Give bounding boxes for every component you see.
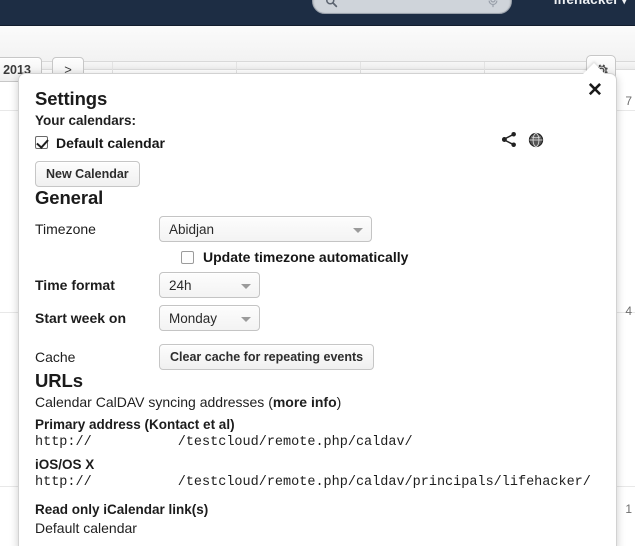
update-timezone-row[interactable]: Update timezone automatically (181, 249, 600, 265)
primary-address-heading: Primary address (Kontact et al) (35, 417, 235, 432)
ios-address-heading: iOS/OS X (35, 457, 95, 472)
timezone-label: Timezone (35, 221, 96, 237)
calendar-day-number: 4 (625, 304, 632, 318)
calendar-visibility-checkbox[interactable] (35, 136, 48, 149)
update-timezone-label: Update timezone automatically (203, 249, 409, 265)
start-week-value: Monday (169, 310, 218, 326)
user-menu[interactable]: lifehacker▾ (554, 0, 627, 7)
popover-arrow (583, 63, 605, 74)
urls-section-title: URLs (35, 370, 83, 391)
chevron-down-icon (241, 317, 251, 322)
clear-cache-button[interactable]: Clear cache for repeating events (159, 344, 375, 370)
urls-description-end: ) (336, 394, 342, 410)
app-screen: 7 4 1 lifehacker▾ 2013 > (0, 0, 635, 546)
search-icon (326, 0, 338, 8)
urls-description: Calendar CalDAV syncing addresses (more … (35, 394, 600, 410)
calendar-toolbar: 2013 > (0, 26, 635, 85)
your-calendars-label: Your calendars: (35, 113, 137, 128)
start-week-select[interactable]: Monday (159, 305, 260, 331)
timezone-row: Timezone Abidjan (35, 216, 600, 242)
new-calendar-button[interactable]: New Calendar (35, 161, 140, 187)
time-format-value: 24h (169, 277, 192, 293)
user-menu-label: lifehacker (554, 0, 619, 7)
ios-address-path: /testcloud/remote.php/caldav/principals/… (177, 475, 591, 490)
update-timezone-checkbox[interactable] (181, 250, 194, 264)
primary-address-scheme: http:// (35, 435, 92, 450)
cache-row: Cache Clear cache for repeating events (35, 344, 600, 370)
time-format-select[interactable]: 24h (159, 272, 260, 298)
urls-description-text: Calendar CalDAV syncing addresses ( (35, 394, 273, 410)
calendar-name: Default calendar (56, 134, 165, 151)
readonly-link-item[interactable]: Default calendar (35, 520, 600, 536)
time-format-row: Time format 24h (35, 272, 600, 298)
chevron-down-icon (241, 284, 251, 289)
calendar-list-item[interactable]: Default calendar (35, 133, 600, 152)
ios-address-value[interactable]: http:// /testcloud/remote.php/caldav/prin… (35, 475, 600, 490)
search-input[interactable] (312, 0, 512, 14)
chevron-down-icon: ▾ (621, 0, 627, 7)
timezone-value: Abidjan (169, 221, 215, 237)
top-navigation-bar: lifehacker▾ (0, 0, 635, 26)
page-title: Settings (35, 88, 108, 109)
readonly-links-heading: Read only iCalendar link(s) (35, 502, 209, 517)
microphone-icon[interactable] (487, 0, 499, 8)
ios-address-scheme: http:// (35, 475, 92, 490)
calendar-day-number: 7 (625, 94, 632, 108)
primary-address-value[interactable]: http:// /testcloud/remote.php/caldav/ (35, 435, 600, 450)
cache-label: Cache (35, 349, 76, 365)
settings-popover: ✕ Settings Your calendars: Default calen… (18, 73, 617, 546)
chevron-down-icon (353, 228, 363, 233)
calendar-header-row (0, 62, 635, 70)
more-info-link[interactable]: more info (273, 394, 337, 410)
general-section-title: General (35, 187, 104, 208)
time-format-label: Time format (35, 277, 115, 293)
start-week-row: Start week on Monday (35, 305, 600, 331)
timezone-select[interactable]: Abidjan (159, 216, 372, 242)
calendar-day-number: 1 (625, 502, 632, 516)
primary-address-path: /testcloud/remote.php/caldav/ (177, 435, 413, 450)
start-week-label: Start week on (35, 310, 127, 326)
